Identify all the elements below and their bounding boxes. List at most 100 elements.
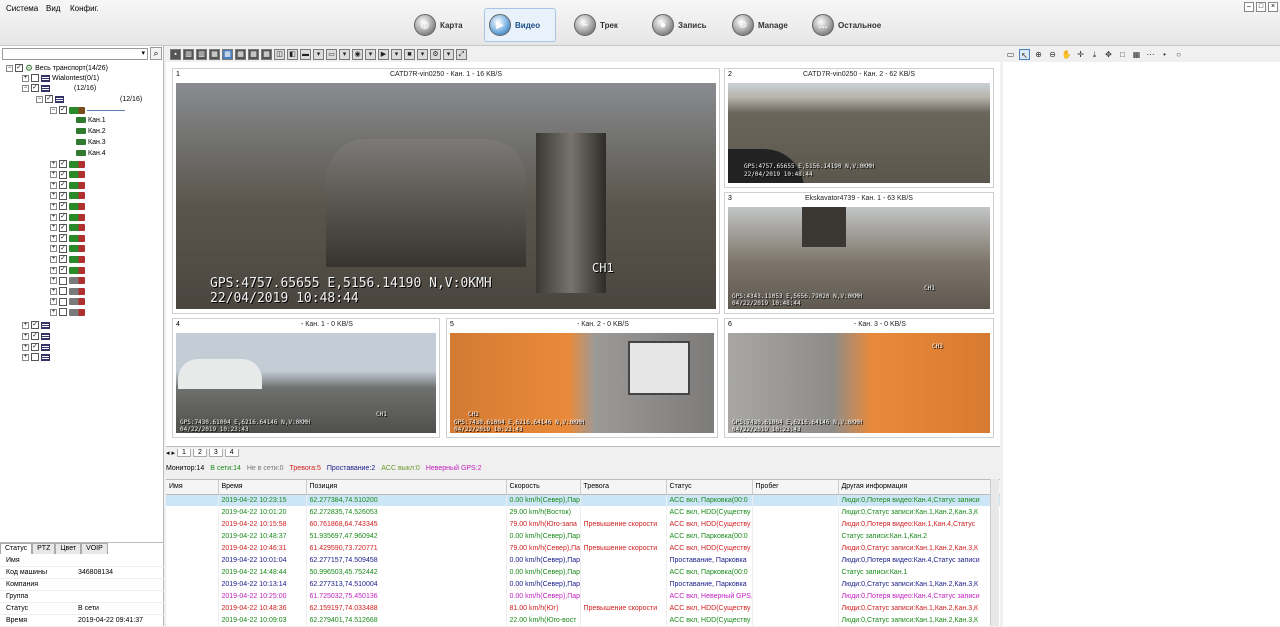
expand-icon[interactable]: ⤢ [456,48,467,60]
chevron-down-icon[interactable]: ▾ [417,48,428,60]
tree-checkbox[interactable] [59,255,67,264]
tree-checkbox[interactable] [59,170,67,179]
tree-vehicle-row[interactable]: + [50,286,85,296]
expand-icon[interactable]: + [50,277,57,285]
tree-checkbox[interactable] [59,287,67,296]
collapse-icon[interactable]: − [50,106,57,114]
tree-checkbox[interactable] [31,84,39,92]
column-header[interactable]: Скорость [506,480,581,495]
tree-checkbox[interactable] [45,95,53,103]
tree-checkbox[interactable] [59,213,67,221]
camera-icon[interactable]: ◉ [352,48,363,60]
tree-vehicle-row[interactable]: + [50,254,85,264]
expand-icon[interactable]: + [22,343,29,351]
tree-checkbox[interactable] [59,276,67,285]
dots-icon[interactable]: ⋯ [1145,49,1156,60]
column-header[interactable]: Пробег [752,480,839,495]
tree-vehicle-row[interactable]: + [50,276,85,286]
tree-checkbox[interactable] [59,223,67,232]
column-header[interactable]: Статус [666,480,753,495]
table-row[interactable]: 2019-04-22 10:15:58 60.761868,64.743345 79… [166,518,1000,530]
tree-group-row[interactable]: + [22,320,50,330]
close-icon[interactable]: × [1268,2,1278,12]
download-icon[interactable]: ⤓ [1089,49,1100,60]
square-icon[interactable]: □ [1117,49,1128,60]
table-row[interactable]: 2019-04-22 10:13:14 62.277313,74.510004 0.… [166,578,1000,590]
chevron-down-icon[interactable]: ▾ [141,49,145,57]
table-row[interactable]: 2019-04-22 10:25:00 61.725032,75.450136 0.… [166,590,1000,602]
tab-color[interactable]: Цвет [55,543,82,554]
expand-icon[interactable]: + [22,321,29,329]
page-tab-1[interactable]: 1 [177,448,191,457]
zoom-out-icon[interactable]: ⊖ [1047,49,1058,60]
tree-vehicle-row[interactable]: + [50,180,85,190]
tree-vehicle-row[interactable]: + [50,212,85,222]
layout-6-icon[interactable]: ▦ [222,48,233,60]
maximize-icon[interactable]: □ [1256,2,1266,12]
layout-16-icon[interactable]: ▦ [261,48,272,60]
table-row[interactable]: 2019-04-22 10:01:04 62.277157,74.509458 0.… [166,554,1000,566]
tree-vehicle-row[interactable]: + [50,244,85,254]
tree-checkbox[interactable] [59,244,67,253]
collapse-icon[interactable]: − [6,64,13,72]
tab-ptz[interactable]: PTZ [32,543,56,554]
table-row[interactable]: 2019-04-22 10:23:15 62.277384,74.510200 0.… [166,494,1000,506]
snapshot-icon[interactable]: ◧ [287,48,298,60]
tree-checkbox[interactable] [59,181,67,190]
page-tab-4[interactable]: 4 [224,448,239,457]
menu-view[interactable]: Вид [46,4,60,13]
fit-icon[interactable]: ✥ [1103,49,1114,60]
circle-icon[interactable]: ○ [1173,49,1184,60]
video-panel-3[interactable]: 3 Ekskavator4739 - Кан. 1 - 63 KB/S CH1 … [724,192,994,314]
table-row[interactable]: 2019-04-22 10:01:20 62.272835,74.526053 29… [166,506,1000,518]
tree-checkbox[interactable] [15,64,23,72]
collapse-icon[interactable]: − [22,84,29,92]
tree-checkbox[interactable] [59,297,67,306]
expand-icon[interactable]: + [50,160,57,168]
stop-icon[interactable]: ■ [404,48,415,60]
expand-icon[interactable]: + [50,202,57,210]
tree-checkbox[interactable] [31,343,39,351]
stream-icon[interactable]: ▬ [300,48,311,60]
tree-checkbox[interactable] [31,321,39,329]
column-header[interactable]: Позиция [306,480,507,495]
tree-channel-4[interactable]: Кан.4 [76,148,106,158]
video-panel-5[interactable]: 5 - Кан. 2 - 0 KB/S CH2 GPS:7430.61004 E… [446,318,718,438]
layout-3-icon[interactable]: ▥ [196,48,207,60]
layout-9-icon[interactable]: ▦ [248,48,259,60]
grid-icon[interactable]: ▦ [1131,49,1142,60]
video-panel-6[interactable]: 6 - Кан. 3 - 0 KB/S CH3 GPS:7430.61004 E… [724,318,994,438]
tree-vehicle-row[interactable]: + [50,223,85,233]
expand-icon[interactable]: + [50,308,57,316]
layout-2-icon[interactable]: ▥ [183,48,194,60]
fullscreen-icon[interactable]: ◫ [274,48,285,60]
table-row[interactable]: 2019-04-22 14:48:44 50.996503,45.752442 0.… [166,566,1000,578]
video-panel-4[interactable]: 4 - Кан. 1 - 0 KB/S CH1 GPS:7430.61004 E… [172,318,440,438]
menu-config[interactable]: Конфиг. [70,4,99,13]
tree-channel-1[interactable]: Кан.1 [76,115,106,125]
tree-group-row[interactable]: + [22,331,50,341]
page-tab-2[interactable]: 2 [192,448,207,457]
expand-icon[interactable]: + [50,224,57,232]
table-row[interactable]: 2019-04-22 10:48:37 51.935697,47.960942 0.… [166,530,1000,542]
tree-vehicle-row[interactable]: + [50,297,85,307]
tree-group-wialontest[interactable]: + Wialontest(0/1) [22,73,99,83]
menu-system[interactable]: Система [6,4,38,13]
tree-checkbox[interactable] [59,106,67,114]
layout-8-icon[interactable]: ▦ [235,48,246,60]
expand-icon[interactable]: + [50,234,57,242]
expand-icon[interactable]: + [50,181,57,189]
expand-icon[interactable]: + [50,266,57,274]
tree-checkbox[interactable] [59,266,67,274]
tree-checkbox[interactable] [59,160,67,168]
video-panel-1[interactable]: 1 CATD7R-vin0250 - Кан. 1 - 16 KB/S CH1 … [172,68,720,314]
expand-icon[interactable]: + [50,213,57,221]
expand-icon[interactable]: + [50,298,57,306]
chevron-down-icon[interactable]: ▾ [391,48,402,60]
column-header[interactable]: Имя [166,480,219,495]
folder-icon[interactable]: ▭ [326,48,337,60]
chevron-left-icon[interactable]: ◂ [166,449,170,457]
vehicle-search-input[interactable]: ▾ [2,48,148,60]
tree-group-2[interactable]: − (12/16) [22,83,96,93]
chevron-down-icon[interactable]: ▾ [365,48,376,60]
